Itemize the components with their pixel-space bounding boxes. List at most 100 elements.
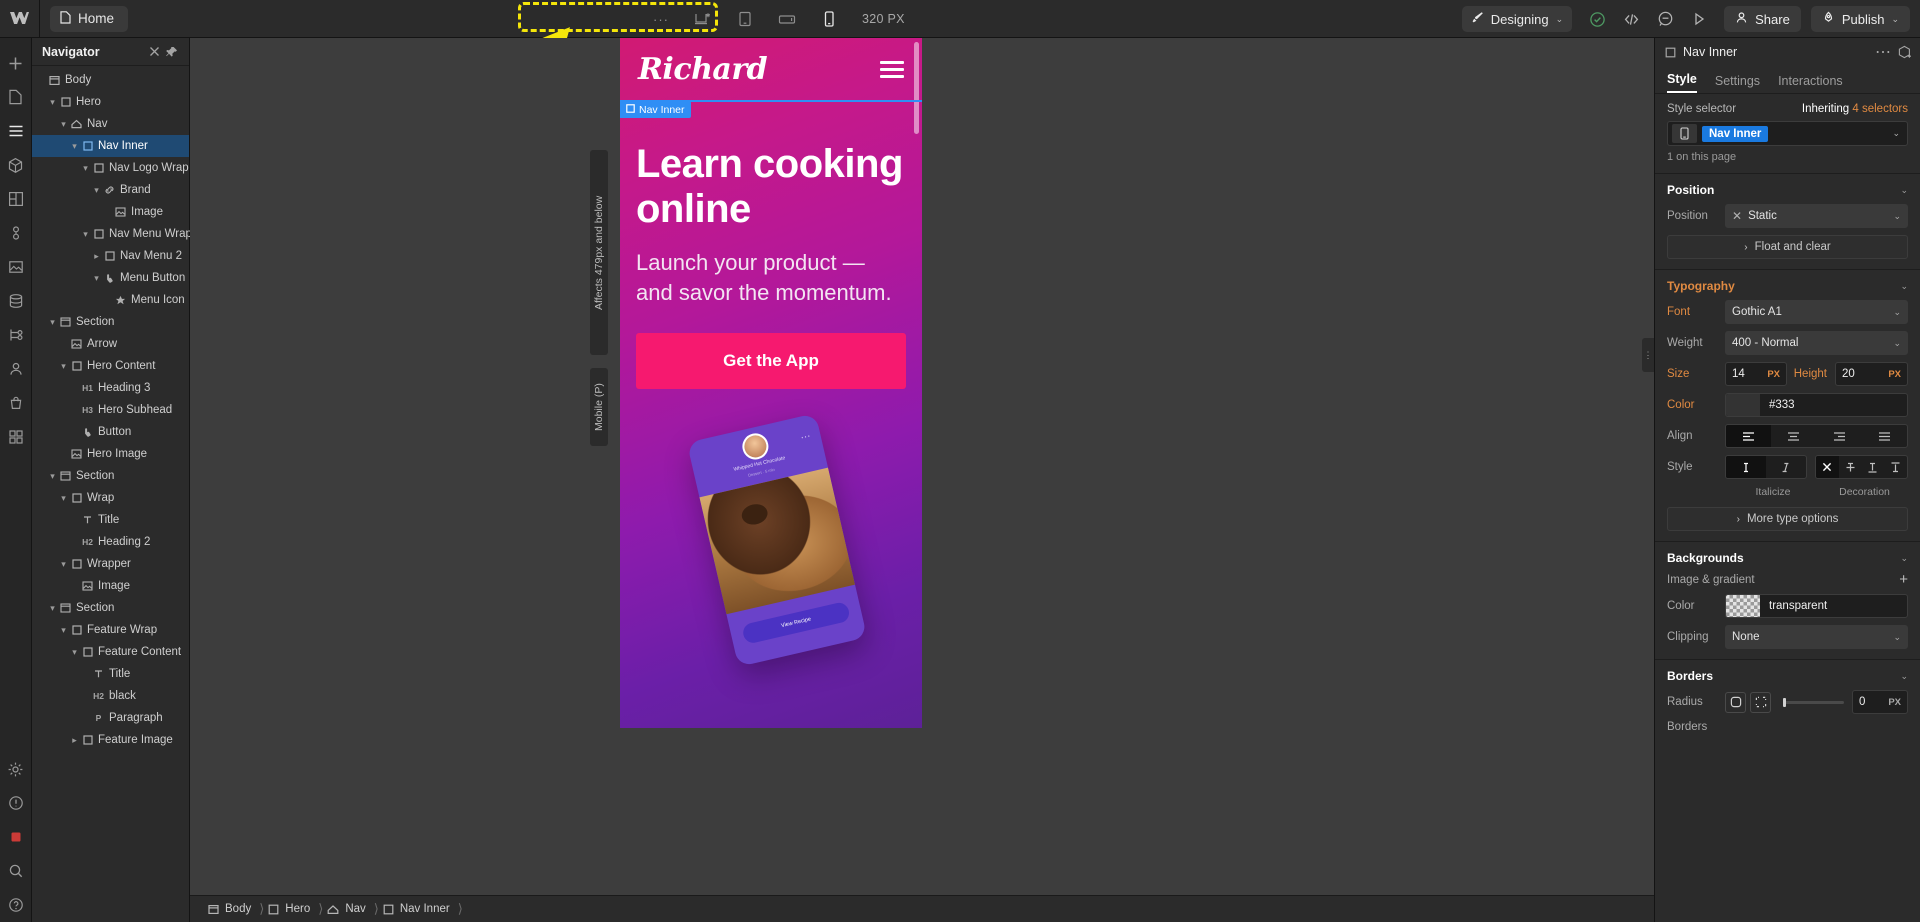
navigator-item-paragraph[interactable]: P Paragraph: [32, 707, 189, 729]
chevron-down-icon[interactable]: ⌄: [1892, 128, 1903, 139]
chevron-down-icon[interactable]: ⌄: [1900, 281, 1908, 292]
clipping-dropdown[interactable]: None ⌄: [1725, 625, 1908, 649]
designing-mode-dropdown[interactable]: Designing ⌄: [1461, 6, 1573, 32]
cms-icon[interactable]: [0, 284, 32, 318]
chevron-down-icon[interactable]: ▾: [58, 119, 69, 130]
breakpoint-more-button[interactable]: ···: [640, 0, 682, 38]
canvas-resize-handle[interactable]: ⋮: [1642, 338, 1654, 372]
chevron-down-icon[interactable]: ▾: [69, 647, 80, 658]
navigator-item-body[interactable]: Body: [32, 69, 189, 91]
assets-icon[interactable]: [0, 250, 32, 284]
tab-interactions[interactable]: Interactions: [1778, 74, 1843, 93]
style-selector-input[interactable]: Nav Inner ⌄: [1667, 121, 1908, 146]
font-size-input[interactable]: 14 PX: [1725, 362, 1787, 386]
ecommerce-icon[interactable]: [0, 386, 32, 420]
float-and-clear-button[interactable]: › Float and clear: [1667, 235, 1908, 259]
typography-section-header[interactable]: Typography ⌄: [1655, 270, 1920, 300]
align-center-icon[interactable]: [1771, 425, 1816, 447]
chevron-down-icon[interactable]: ⌄: [1900, 185, 1908, 196]
chevron-down-icon[interactable]: ▾: [69, 141, 80, 152]
brand-logo[interactable]: Richard: [638, 52, 768, 87]
logic-icon[interactable]: [0, 318, 32, 352]
navigator-item-nav-logo-wrap[interactable]: ▾ Nav Logo Wrap: [32, 157, 189, 179]
navigator-item-arrow[interactable]: Arrow: [32, 333, 189, 355]
upright-icon[interactable]: [1726, 456, 1766, 478]
style-selector-value[interactable]: Nav Inner: [1702, 125, 1769, 142]
align-left-icon[interactable]: [1726, 425, 1772, 447]
chevron-down-icon[interactable]: ▾: [47, 603, 58, 614]
text-color-input[interactable]: #333: [1725, 393, 1908, 417]
chevron-right-icon[interactable]: ▸: [91, 251, 102, 262]
hero-subhead[interactable]: Launch your product — and savor the mome…: [636, 248, 906, 307]
navigator-item-nav-menu-wrap[interactable]: ▾ Nav Menu Wrap: [32, 223, 192, 245]
hero-cta-button[interactable]: Get the App: [636, 332, 906, 389]
strikethrough-icon[interactable]: [1839, 456, 1862, 478]
navigator-item-wrap[interactable]: ▾ Wrap: [32, 487, 189, 509]
chevron-down-icon[interactable]: ⌄: [1900, 671, 1908, 682]
settings-gear-icon[interactable]: [0, 752, 32, 786]
color-swatch[interactable]: [1726, 394, 1760, 416]
underline-icon[interactable]: [1862, 456, 1885, 478]
tab-settings[interactable]: Settings: [1715, 74, 1760, 93]
breadcrumb-item-nav[interactable]: Nav: [323, 903, 373, 915]
plus-icon[interactable]: +: [1899, 572, 1908, 587]
navigator-item-feature-image[interactable]: ▸ Feature Image: [32, 729, 189, 751]
no-decoration-icon[interactable]: [1816, 456, 1839, 478]
borders-section-header[interactable]: Borders ⌄: [1655, 660, 1920, 690]
breadcrumb-item-hero[interactable]: Hero: [264, 903, 318, 915]
navigator-item-hero-subhead[interactable]: H3 Hero Subhead: [32, 399, 189, 421]
navigator-item-menu-icon[interactable]: Menu Icon: [32, 289, 189, 311]
navigator-item-section[interactable]: ▾ Section: [32, 311, 189, 333]
line-height-input[interactable]: 20 PX: [1835, 362, 1908, 386]
chevron-down-icon[interactable]: ▾: [58, 493, 69, 504]
chevron-right-icon[interactable]: ▸: [69, 735, 80, 746]
background-color-input[interactable]: transparent: [1725, 594, 1908, 618]
chevron-down-icon[interactable]: ▾: [91, 185, 102, 196]
hamburger-icon[interactable]: [880, 60, 904, 78]
users-icon[interactable]: [0, 352, 32, 386]
nav-inner[interactable]: Richard: [620, 38, 922, 100]
page-chip-home[interactable]: Home: [50, 5, 129, 32]
close-icon[interactable]: [145, 43, 163, 61]
preview-play-icon[interactable]: [1684, 4, 1714, 34]
chevron-down-icon[interactable]: ▾: [47, 317, 58, 328]
help-icon[interactable]: [0, 888, 32, 922]
chevron-down-icon[interactable]: ▾: [80, 229, 91, 240]
navigator-item-hero[interactable]: ▾ Hero: [32, 91, 189, 113]
components-icon[interactable]: [0, 148, 32, 182]
chevron-down-icon[interactable]: ▾: [58, 559, 69, 570]
chevron-down-icon[interactable]: ▾: [47, 97, 58, 108]
breadcrumb-item-nav-inner[interactable]: Nav Inner: [379, 903, 458, 915]
navigator-item-section[interactable]: ▾ Section: [32, 465, 189, 487]
selection-badge[interactable]: Nav Inner: [620, 101, 691, 118]
pin-icon[interactable]: [163, 43, 181, 61]
radius-slider-knob[interactable]: [1783, 697, 1786, 707]
audit-icon[interactable]: [0, 786, 32, 820]
position-value-dropdown[interactable]: ✕ Static ⌄: [1725, 204, 1908, 228]
backgrounds-section-header[interactable]: Backgrounds ⌄: [1655, 542, 1920, 572]
font-weight-dropdown[interactable]: 400 - Normal ⌄: [1725, 331, 1908, 355]
navigator-item-brand[interactable]: ▾ Brand: [32, 179, 189, 201]
radius-all-icon[interactable]: [1725, 691, 1746, 713]
navigator-item-nav-menu-2[interactable]: ▸ Nav Menu 2: [32, 245, 189, 267]
align-right-icon[interactable]: [1817, 425, 1862, 447]
radius-slider[interactable]: [1783, 697, 1844, 707]
phone-preview-frame[interactable]: Richard Learn cooking online Launch your…: [620, 38, 922, 728]
desktop-breakpoint-button[interactable]: [682, 0, 724, 38]
align-justify-icon[interactable]: [1862, 425, 1907, 447]
add-element-icon[interactable]: [0, 46, 32, 80]
navigator-item-image[interactable]: Image: [32, 201, 189, 223]
chevron-down-icon[interactable]: ▾: [91, 273, 102, 284]
more-type-options-button[interactable]: › More type options: [1667, 507, 1908, 531]
navigator-item-title[interactable]: Title: [32, 509, 189, 531]
navigator-item-hero-content[interactable]: ▾ Hero Content: [32, 355, 189, 377]
radius-individual-icon[interactable]: [1750, 691, 1771, 713]
radius-input[interactable]: 0 PX: [1852, 690, 1908, 714]
navigator-item-menu-button[interactable]: ▾ Menu Button: [32, 267, 189, 289]
comment-icon[interactable]: [1650, 4, 1680, 34]
create-component-icon[interactable]: [1898, 45, 1912, 59]
mobile-portrait-breakpoint-button[interactable]: [808, 0, 850, 38]
transparent-swatch[interactable]: [1726, 595, 1760, 617]
chevron-down-icon[interactable]: ▾: [58, 361, 69, 372]
variables-icon[interactable]: [0, 216, 32, 250]
